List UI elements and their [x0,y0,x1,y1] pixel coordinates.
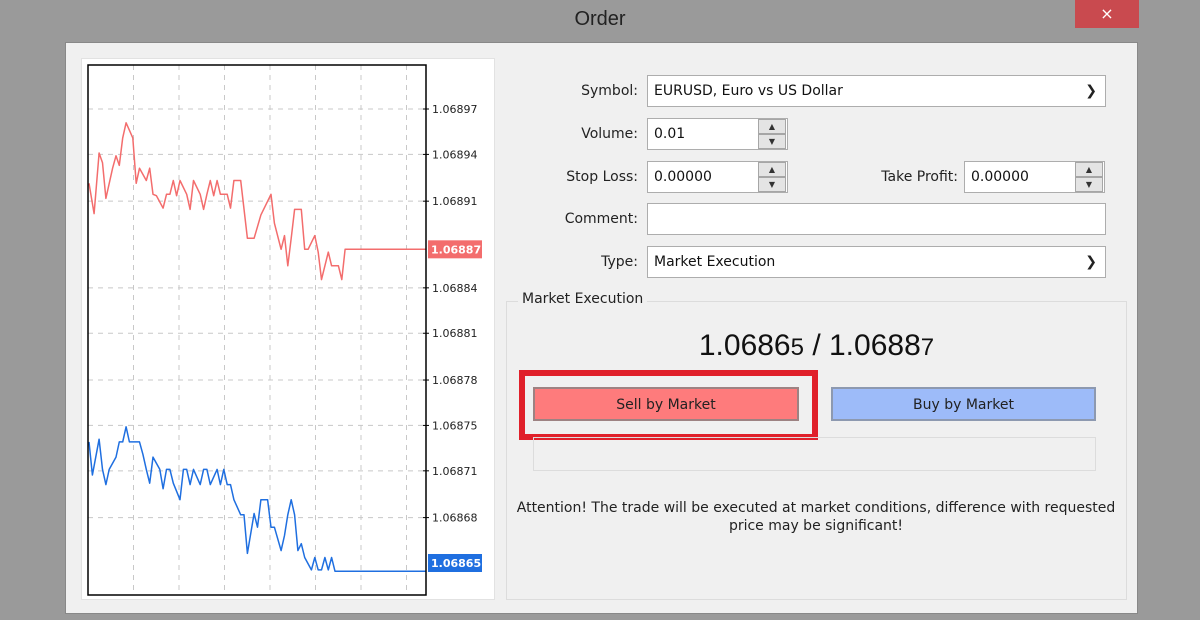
stop-loss-label: Stop Loss: [566,169,638,185]
stop-loss-up-icon[interactable]: ▲ [758,162,786,177]
take-profit-label: Take Profit: [881,169,958,185]
plot-border [87,64,427,596]
window-title: Order [574,8,626,30]
stop-loss-stepper[interactable]: ▲ ▼ [758,162,786,192]
y-tick-label: 1.06881 [432,327,478,340]
close-button[interactable]: × [1075,0,1139,28]
order-dialog: 1.06897 1.06894 1.06891 1.06884 1.06881 1.068… [65,42,1138,614]
volume-down-icon[interactable]: ▼ [758,134,786,149]
close-icon: × [1100,4,1114,23]
y-tick-label: 1.06884 [432,282,478,295]
y-tick-label: 1.06878 [432,374,478,387]
y-tick-label: 1.06871 [432,465,478,478]
y-tick-label: 1.06897 [432,103,478,116]
sell-by-market-button[interactable]: Sell by Market [533,387,799,421]
ask-price-last: 7 [920,334,935,361]
y-tick-label: 1.06875 [432,419,478,432]
volume-label: Volume: [581,126,638,142]
attention-message: Attention! The trade will be executed at… [516,499,1116,535]
chevron-down-icon: ❯ [1085,254,1097,270]
take-profit-field[interactable]: 0.00000 ▲ ▼ [964,161,1105,193]
bid-price-line [88,426,426,573]
attention-line-1: Attention! The trade will be executed at… [516,500,1116,516]
comment-label: Comment: [564,211,638,227]
comment-input[interactable] [647,203,1106,235]
volume-value: 0.01 [654,126,686,142]
bid-price-marker-label: 1.06865 [431,557,481,570]
y-tick-label: 1.06868 [432,512,478,525]
volume-up-icon[interactable]: ▲ [758,119,786,134]
take-profit-up-icon[interactable]: ▲ [1075,162,1103,177]
volume-stepper[interactable]: ▲ ▼ [758,119,786,149]
buy-by-market-button[interactable]: Buy by Market [831,387,1096,421]
y-tick-label: 1.06894 [432,148,478,161]
symbol-select[interactable]: EURUSD, Euro vs US Dollar ❯ [647,75,1106,107]
bid-price-main: 1.0686 [698,329,791,362]
stop-loss-field[interactable]: 0.00000 ▲ ▼ [647,161,788,193]
volume-field[interactable]: 0.01 ▲ ▼ [647,118,788,150]
type-value: Market Execution [654,254,776,270]
chart-svg: 1.06897 1.06894 1.06891 1.06884 1.06881 1.068… [87,64,482,596]
symbol-value: EURUSD, Euro vs US Dollar [654,83,843,99]
symbol-label: Symbol: [581,83,638,99]
y-tick-label: 1.06891 [432,195,478,208]
price-separator: / [803,329,829,362]
price-chart: 1.06897 1.06894 1.06891 1.06884 1.06881 1.068… [81,58,495,600]
bid-price-last: 5 [790,334,804,361]
type-label: Type: [601,254,638,270]
execution-progress-bar [533,437,1096,471]
bid-ask-prices: 1.06865 / 1.06887 [506,329,1127,363]
type-select[interactable]: Market Execution ❯ [647,246,1106,278]
take-profit-stepper[interactable]: ▲ ▼ [1075,162,1103,192]
chevron-down-icon: ❯ [1085,83,1097,99]
stop-loss-down-icon[interactable]: ▼ [758,177,786,192]
group-title: Market Execution [518,291,648,307]
take-profit-down-icon[interactable]: ▼ [1075,177,1103,192]
stop-loss-value: 0.00000 [654,169,712,185]
ask-price-marker-label: 1.06887 [431,243,481,256]
attention-line-2: price may be significant! [728,518,904,534]
ask-price-main: 1.0688 [829,329,921,362]
take-profit-value: 0.00000 [971,169,1029,185]
